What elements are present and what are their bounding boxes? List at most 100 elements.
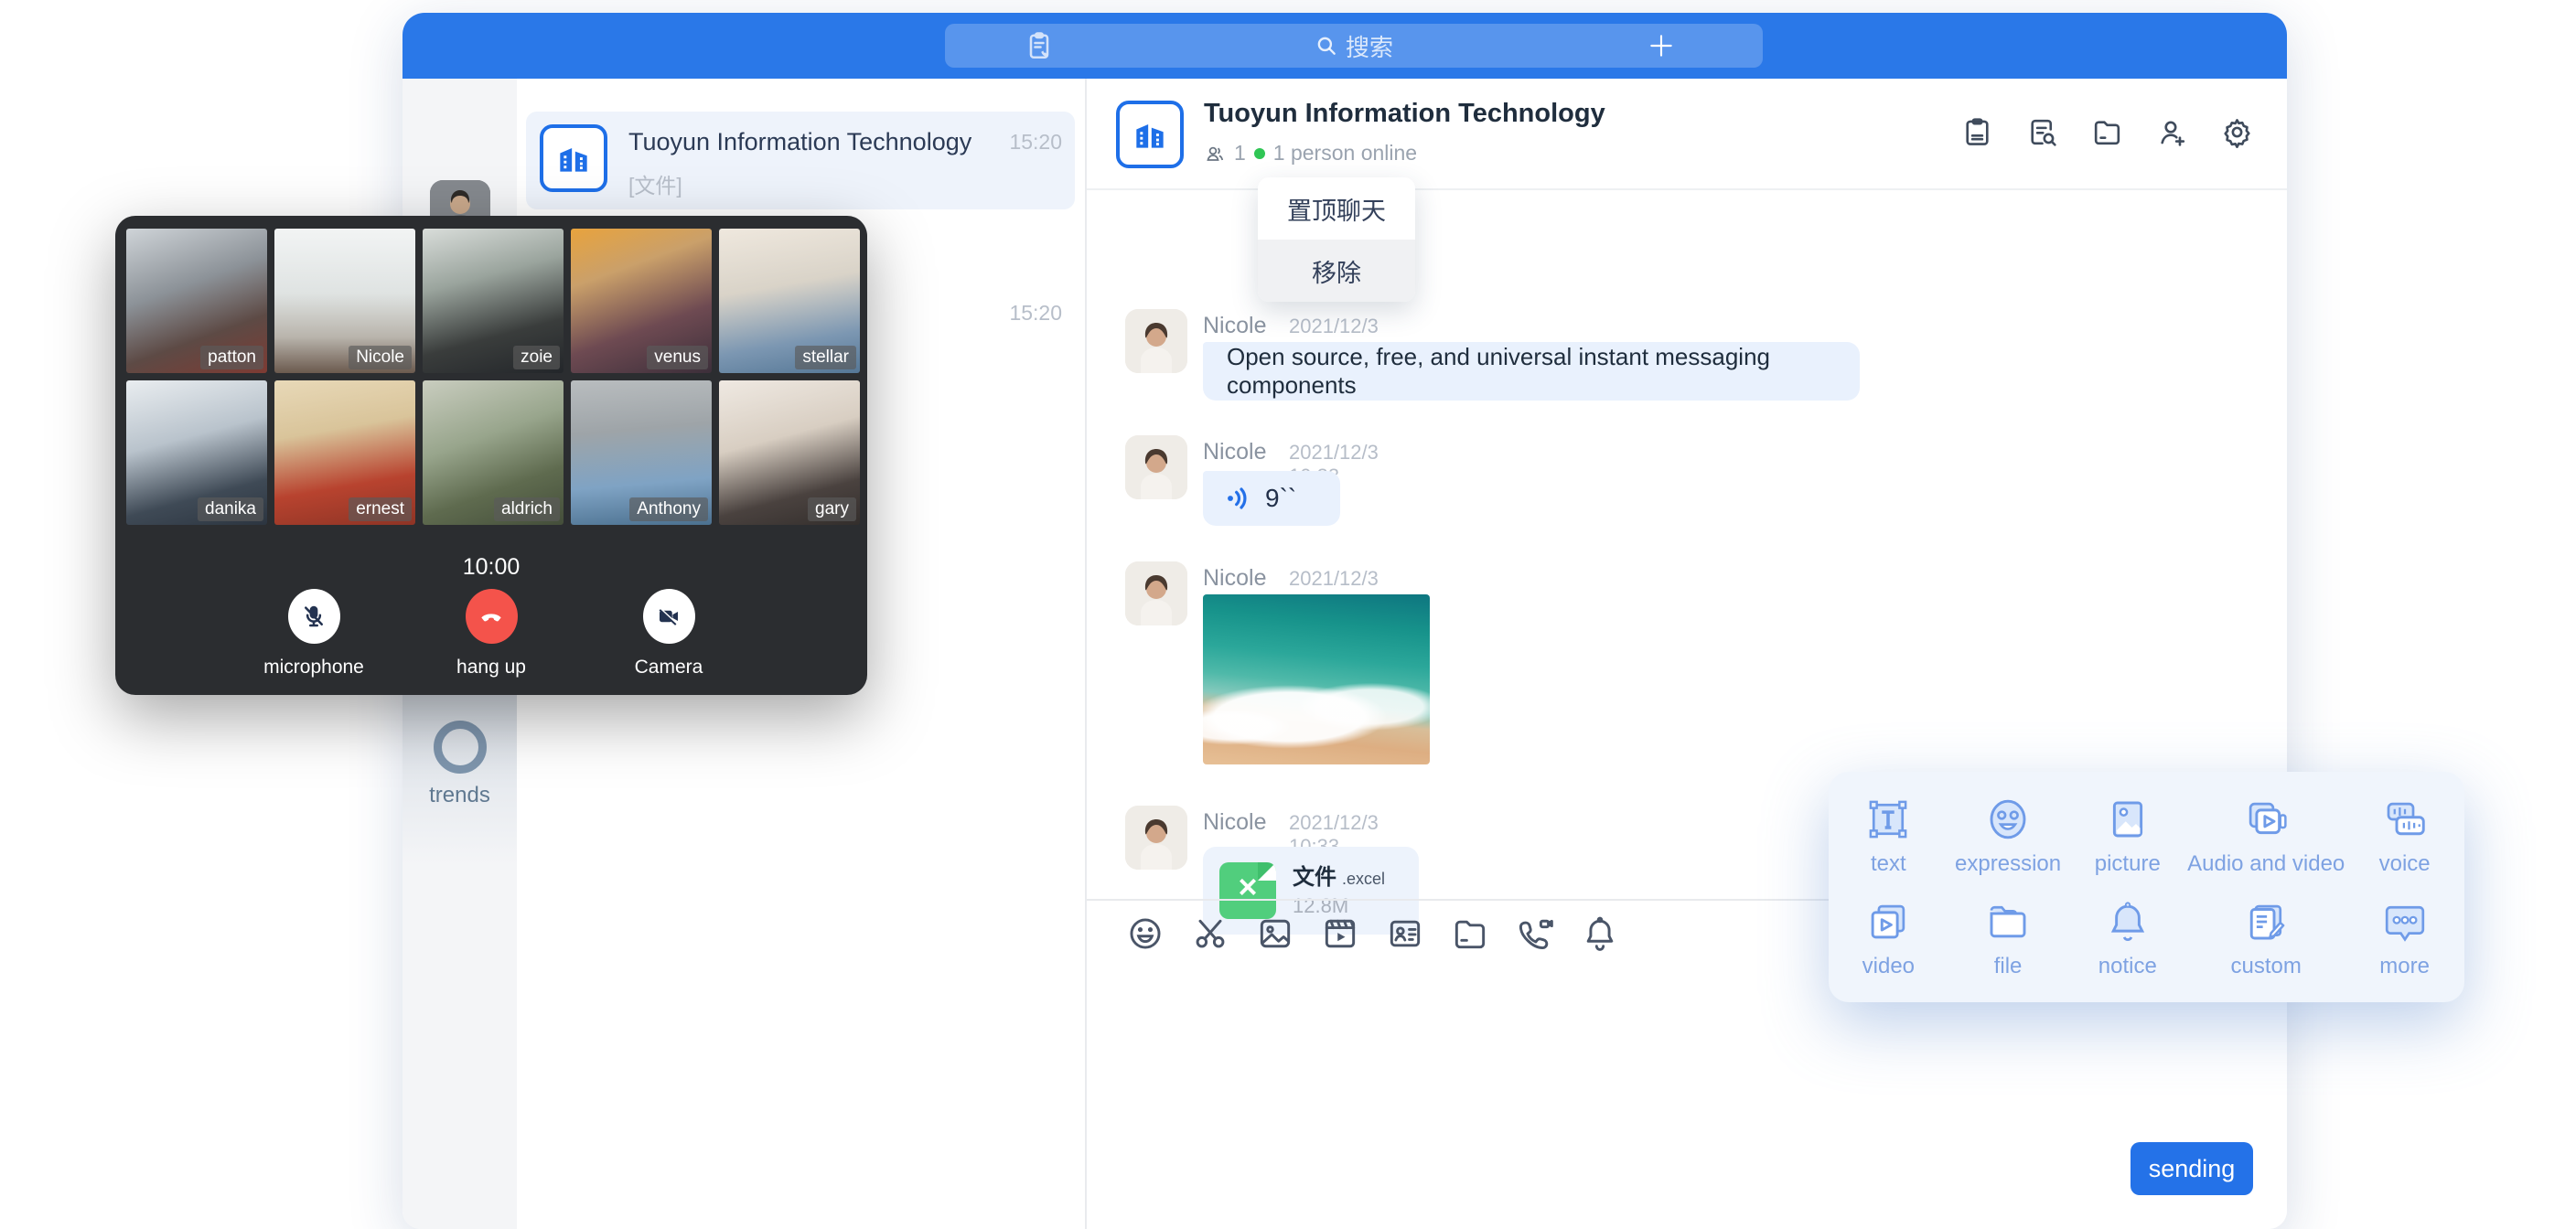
participant-tile[interactable]: gary (719, 380, 860, 525)
sender-name: Nicole (1203, 313, 1266, 339)
search-icon (1315, 34, 1338, 58)
participant-name: danika (198, 497, 263, 521)
chat-title: Tuoyun Information Technology (1204, 99, 1605, 129)
trends-icon (434, 721, 487, 774)
panel-item-more[interactable]: more (2345, 887, 2464, 989)
camera-muted-icon (643, 589, 695, 644)
message-text-content: Open source, free, and universal instant… (1227, 343, 1836, 400)
top-search-bar[interactable]: 搜索 (945, 24, 1763, 68)
file-icon (1983, 897, 2033, 946)
search-placeholder: 搜索 (1346, 29, 1393, 63)
context-menu: 置顶聊天 移除 (1258, 177, 1415, 302)
sender-name: Nicole (1203, 809, 1266, 836)
microphone-toggle[interactable]: microphone (260, 589, 368, 679)
conversation-title: Tuoyun Information Technology (628, 128, 976, 156)
participant-name: stellar (795, 346, 856, 369)
announcement-icon[interactable] (1960, 115, 1994, 149)
chat-group-icon (1116, 101, 1184, 168)
files-folder-icon[interactable] (2090, 115, 2124, 149)
participant-name: Nicole (349, 346, 412, 369)
online-status: 1 person online (1273, 141, 1417, 166)
panel-item-audio-video[interactable]: Audio and video (2187, 785, 2345, 887)
video-icon (1863, 897, 1913, 946)
sidebar-item-trends[interactable]: trends (402, 721, 517, 808)
panel-item-expression[interactable]: expression (1948, 785, 2068, 887)
video-call-window: patton Nicole zoie venus stellar danika … (115, 216, 867, 695)
microphone-label: microphone (263, 657, 364, 679)
participant-name: ernest (349, 497, 412, 521)
panel-label: text (1871, 851, 1906, 877)
camera-label: Camera (635, 657, 703, 679)
panel-item-file[interactable]: file (1948, 887, 2068, 989)
participant-tile[interactable]: patton (126, 229, 267, 373)
conversation-item-selected[interactable]: Tuoyun Information Technology [文件] 15:20 (526, 112, 1075, 209)
panel-label: more (2379, 954, 2430, 979)
menu-item-pin-chat[interactable]: 置顶聊天 (1258, 177, 1415, 240)
participant-tile[interactable]: danika (126, 380, 267, 525)
emoji-icon[interactable] (1125, 914, 1165, 954)
chat-record-search-icon[interactable] (2025, 115, 2059, 149)
video-call-icon[interactable] (1515, 914, 1555, 954)
participant-tile[interactable]: Nicole (274, 229, 415, 373)
panel-label: Audio and video (2187, 851, 2345, 877)
send-button[interactable]: sending (2131, 1142, 2253, 1195)
file-extension: .excel (1342, 870, 1385, 888)
participant-name: gary (808, 497, 856, 521)
members-icon (1204, 143, 1226, 165)
hang-up-button[interactable]: hang up (437, 589, 545, 679)
panel-label: picture (2095, 851, 2161, 877)
menu-item-remove[interactable]: 移除 (1258, 240, 1415, 302)
panel-label: video (1862, 954, 1915, 979)
panel-item-custom[interactable]: custom (2187, 887, 2345, 989)
conversation-time: 15:20 (1009, 130, 1062, 155)
camera-toggle[interactable]: Camera (615, 589, 723, 679)
expression-icon (1983, 795, 2033, 844)
call-controls: microphone hang up Camera (115, 589, 867, 679)
voice-bubble[interactable]: 9`` (1203, 471, 1340, 526)
send-file-icon[interactable] (1450, 914, 1490, 954)
add-button[interactable] (1647, 31, 1676, 60)
add-member-icon[interactable] (2155, 115, 2189, 149)
panel-label: expression (1955, 851, 2061, 877)
top-bar: 搜索 (402, 13, 2287, 79)
screenshot-scissors-icon[interactable] (1190, 914, 1230, 954)
panel-label: notice (2098, 954, 2157, 979)
settings-gear-icon[interactable] (2220, 115, 2254, 149)
contact-card-icon[interactable] (1385, 914, 1425, 954)
participant-name: patton (200, 346, 263, 369)
voice-wave-icon (1223, 484, 1252, 513)
participant-name: Anthony (629, 497, 708, 521)
participant-tile[interactable]: zoie (423, 229, 564, 373)
search-field[interactable]: 搜索 (945, 24, 1763, 68)
image-attachment-beach[interactable] (1203, 594, 1430, 764)
panel-item-video[interactable]: video (1829, 887, 1948, 989)
sender-avatar[interactable] (1125, 309, 1187, 373)
send-video-icon[interactable] (1320, 914, 1360, 954)
sender-avatar[interactable] (1125, 561, 1187, 625)
panel-item-picture[interactable]: picture (2067, 785, 2187, 887)
sender-avatar[interactable] (1125, 435, 1187, 499)
participant-tile[interactable]: stellar (719, 229, 860, 373)
notification-bell-icon[interactable] (1580, 914, 1620, 954)
send-image-icon[interactable] (1255, 914, 1295, 954)
group-avatar-icon (540, 124, 607, 192)
participant-tile[interactable]: ernest (274, 380, 415, 525)
hang-up-label: hang up (456, 657, 526, 679)
participant-name: venus (647, 346, 708, 369)
sender-avatar[interactable] (1125, 806, 1187, 870)
panel-item-text[interactable]: text (1829, 785, 1948, 887)
panel-label: custom (2231, 954, 2302, 979)
panel-item-voice[interactable]: voice (2345, 785, 2464, 887)
panel-item-notice[interactable]: notice (2067, 887, 2187, 989)
screen: { "topbar": { "search_placeholder": "搜索"… (0, 0, 2576, 1229)
text-bubble[interactable]: Open source, free, and universal instant… (1203, 342, 1860, 401)
sender-name: Nicole (1203, 565, 1266, 592)
participant-tile[interactable]: aldrich (423, 380, 564, 525)
participant-tile[interactable]: venus (571, 229, 712, 373)
notice-icon (2103, 897, 2152, 946)
sender-name: Nicole (1203, 439, 1266, 465)
participant-grid: patton Nicole zoie venus stellar danika … (126, 229, 856, 525)
picture-icon (2103, 795, 2152, 844)
participant-tile[interactable]: Anthony (571, 380, 712, 525)
panel-label: file (1994, 954, 2023, 979)
